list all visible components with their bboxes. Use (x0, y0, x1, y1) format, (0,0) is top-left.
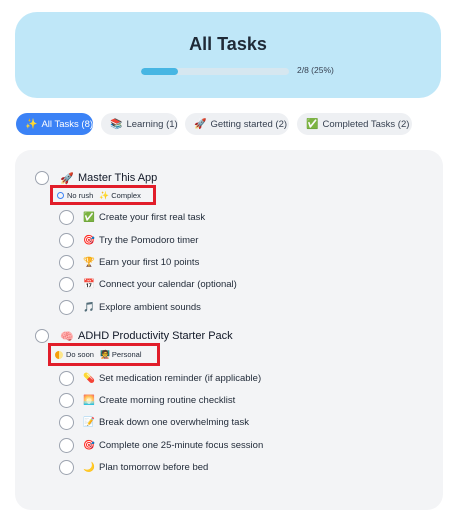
sparkles-icon: ✨ (25, 118, 38, 130)
tag-label: Complex (111, 190, 141, 200)
memo-icon: 📝 (83, 416, 95, 428)
task-label[interactable]: Create your first real task (99, 212, 205, 223)
task-checkbox[interactable] (59, 276, 74, 292)
group-complete-checkbox[interactable] (35, 329, 49, 343)
header-banner: All Tasks 2/8 (25%) (15, 12, 441, 98)
task-label[interactable]: Set medication reminder (if applicable) (99, 373, 261, 384)
tag-label: No rush (67, 190, 94, 200)
check-mark-icon: ✅ (306, 118, 319, 130)
group-title: Master This App (78, 172, 158, 184)
task-label[interactable]: Plan tomorrow before bed (99, 462, 208, 473)
category-tag: 🧑‍🏫 Personal (100, 350, 142, 359)
music-note-icon: 🎵 (83, 301, 95, 313)
task-checkbox[interactable] (59, 437, 74, 453)
tag-label: Do soon (66, 350, 94, 359)
task-checkbox[interactable] (59, 459, 74, 475)
person-icon: 🧑‍🏫 (99, 350, 110, 359)
page-title: All Tasks (189, 34, 267, 54)
task-label[interactable]: Earn your first 10 points (99, 257, 199, 268)
task-list-panel: 🚀 Master This App No rush ✨ Complex ✅ Cre… (15, 150, 443, 510)
tag-label: Personal (111, 350, 142, 359)
tab-completed-tasks[interactable]: ✅ Completed Tasks (2) (297, 113, 412, 135)
half-circle-icon (55, 350, 63, 359)
list-item: 🎯 Complete one 25-minute focus session (59, 436, 263, 454)
group-complete-checkbox[interactable] (35, 171, 49, 185)
task-checkbox[interactable] (59, 414, 74, 430)
complexity-tag: ✨ Complex (99, 191, 141, 200)
books-icon: 📚 (110, 118, 123, 130)
tab-getting-started[interactable]: 🚀 Getting started (2) (185, 113, 289, 135)
moon-icon: 🌙 (83, 461, 95, 473)
list-item: 🌅 Create morning routine checklist (59, 391, 235, 409)
list-item: 🏆 Earn your first 10 points (59, 253, 199, 271)
pill-icon: 💊 (83, 372, 95, 384)
list-item: 💊 Set medication reminder (if applicable… (59, 369, 261, 387)
priority-tag: No rush (57, 191, 93, 200)
list-item: ✅ Create your first real task (59, 208, 205, 226)
task-checkbox[interactable] (59, 232, 74, 248)
task-label[interactable]: Complete one 25-minute focus session (99, 440, 263, 451)
task-checkbox[interactable] (59, 299, 74, 315)
task-checkbox[interactable] (59, 254, 74, 270)
task-label[interactable]: Explore ambient sounds (99, 302, 201, 313)
brain-icon: 🧠 (60, 330, 74, 343)
sunrise-icon: 🌅 (83, 394, 95, 406)
rocket-icon: 🚀 (194, 118, 207, 130)
group-tags-highlight: No rush ✨ Complex (50, 185, 156, 205)
task-label[interactable]: Connect your calendar (optional) (99, 279, 237, 290)
check-mark-icon: ✅ (83, 211, 95, 223)
tab-learning[interactable]: 📚 Learning (1) (101, 113, 178, 135)
rocket-icon: 🚀 (60, 172, 74, 185)
priority-tag: Do soon (55, 350, 94, 359)
task-checkbox[interactable] (59, 392, 74, 408)
task-checkbox[interactable] (59, 209, 74, 225)
list-item: 🌙 Plan tomorrow before bed (59, 458, 208, 476)
list-item: 🎵 Explore ambient sounds (59, 298, 201, 316)
list-item: 📅 Connect your calendar (optional) (59, 275, 237, 293)
circle-icon (57, 191, 64, 199)
list-item: 📝 Break down one overwhelming task (59, 413, 249, 431)
task-label[interactable]: Create morning routine checklist (99, 395, 235, 406)
trophy-icon: 🏆 (83, 256, 95, 268)
tab-label: Completed Tasks (2) (322, 118, 410, 130)
tab-label: Learning (1) (126, 118, 178, 130)
list-item: 🎯 Try the Pomodoro timer (59, 231, 198, 249)
tab-label: Getting started (2) (210, 118, 288, 130)
group-title: ADHD Productivity Starter Pack (78, 330, 233, 342)
task-checkbox[interactable] (59, 370, 74, 386)
tab-label: All Tasks (8) (41, 118, 94, 130)
task-label[interactable]: Break down one overwhelming task (99, 417, 249, 428)
sparkle-icon: ✨ (99, 190, 110, 200)
tab-all-tasks[interactable]: ✨ All Tasks (8) (16, 113, 93, 135)
group-tags-highlight: Do soon 🧑‍🏫 Personal (48, 343, 160, 366)
target-icon: 🎯 (83, 234, 95, 246)
progress-bar (141, 68, 289, 75)
calendar-icon: 📅 (83, 278, 95, 290)
task-label[interactable]: Try the Pomodoro timer (99, 235, 198, 246)
progress-bar-fill (141, 68, 178, 75)
progress-text: 2/8 (25%) (297, 65, 334, 75)
target-icon: 🎯 (83, 439, 95, 451)
